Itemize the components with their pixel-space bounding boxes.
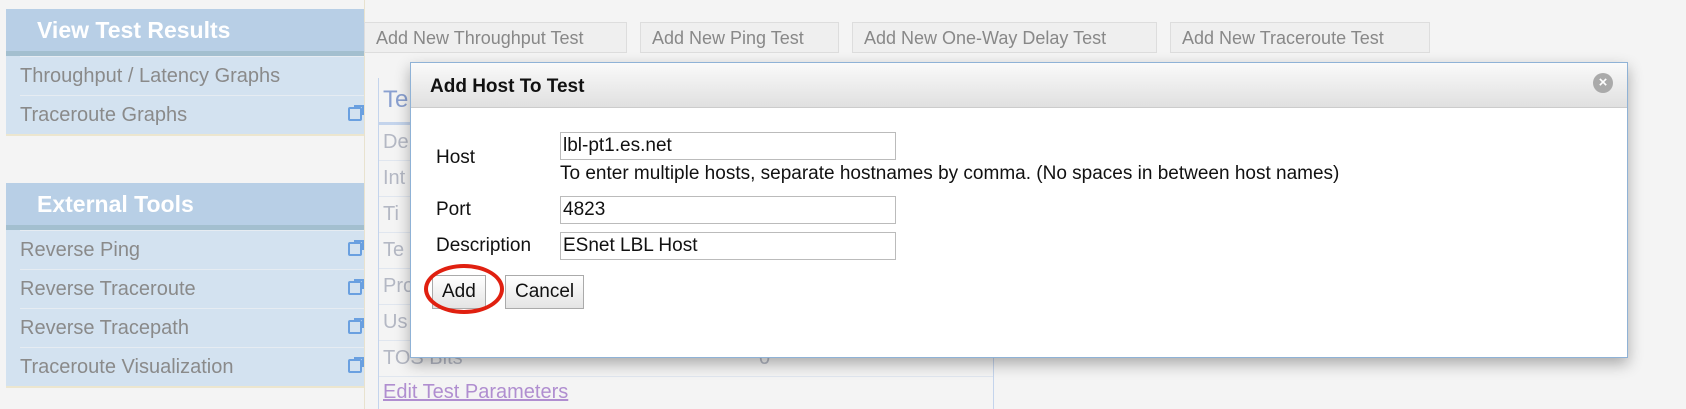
external-link-icon <box>348 357 364 373</box>
host-label: Host <box>436 147 476 168</box>
add-owamp-test-button[interactable]: Add New One-Way Delay Test <box>852 22 1157 53</box>
close-icon[interactable]: × <box>1593 73 1613 93</box>
panel-title: View Test Results <box>6 9 364 56</box>
sidebar-item-label: Reverse Tracepath <box>20 317 189 339</box>
external-link-icon <box>348 240 364 256</box>
external-link-icon <box>348 279 364 295</box>
sidebar-item-reverse-traceroute[interactable]: Reverse Traceroute <box>20 269 364 308</box>
add-ping-test-button[interactable]: Add New Ping Test <box>640 22 839 53</box>
dialog-title: Add Host To Test <box>430 76 585 97</box>
description-input[interactable] <box>560 232 896 260</box>
view-test-results-panel: View Test Results Throughput / Latency G… <box>6 9 364 136</box>
sidebar-item-label: Traceroute Visualization <box>20 356 234 378</box>
external-link-icon <box>348 318 364 334</box>
sidebar-item-label: Throughput / Latency Graphs <box>20 65 281 87</box>
host-hint: To enter multiple hosts, separate hostna… <box>560 163 1340 184</box>
external-tools-panel: External Tools Reverse Ping Reverse Trac… <box>6 183 364 388</box>
sidebar-item-traceroute-visualization[interactable]: Traceroute Visualization <box>20 347 364 386</box>
sidebar-divider <box>364 0 365 409</box>
host-input[interactable] <box>560 132 896 160</box>
divider <box>6 386 364 388</box>
add-traceroute-test-button[interactable]: Add New Traceroute Test <box>1170 22 1430 53</box>
highlight-circle <box>424 264 504 314</box>
sidebar-item-label: Traceroute Graphs <box>20 104 188 126</box>
external-link-icon <box>348 105 364 121</box>
sidebar-item-label: Reverse Ping <box>20 239 141 261</box>
edit-test-parameters-link[interactable]: Edit Test Parameters <box>379 377 993 407</box>
sidebar-item-reverse-ping[interactable]: Reverse Ping <box>20 230 364 269</box>
description-label: Description <box>436 235 532 256</box>
sidebar-item-label: Reverse Traceroute <box>20 278 196 300</box>
divider <box>6 134 364 136</box>
sidebar-item-throughput-latency-graphs[interactable]: Throughput / Latency Graphs <box>20 56 364 95</box>
port-label: Port <box>436 199 471 220</box>
cancel-button[interactable]: Cancel <box>505 275 585 309</box>
port-input[interactable] <box>560 196 896 224</box>
sidebar-item-traceroute-graphs[interactable]: Traceroute Graphs <box>20 95 364 134</box>
add-host-dialog: Add Host To Test × Host To enter multipl… <box>410 62 1628 358</box>
sidebar-item-reverse-tracepath[interactable]: Reverse Tracepath <box>20 308 364 347</box>
panel-title: External Tools <box>6 183 364 230</box>
dialog-titlebar: Add Host To Test × <box>411 63 1627 108</box>
add-throughput-test-button[interactable]: Add New Throughput Test <box>364 22 627 53</box>
